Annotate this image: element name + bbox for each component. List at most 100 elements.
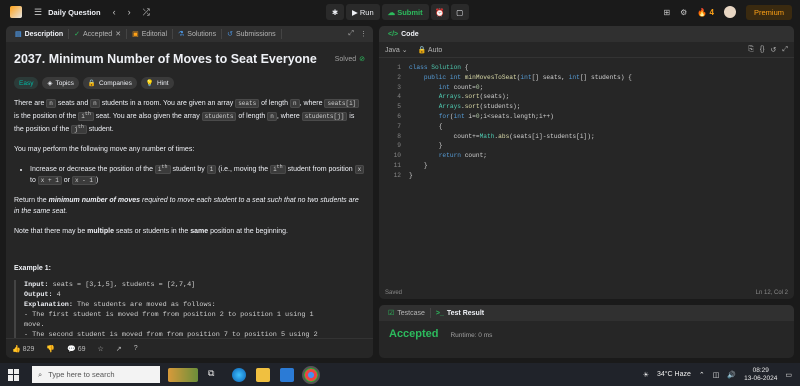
document-icon: ▤ <box>15 31 22 38</box>
code-line[interactable]: return count; <box>409 152 487 159</box>
file-explorer-icon[interactable] <box>256 367 270 382</box>
leetcode-logo[interactable] <box>10 6 22 18</box>
notes-button[interactable]: ▢ <box>450 4 469 20</box>
tab-label: Submissions <box>235 30 276 38</box>
fullscreen-icon[interactable]: ⤢ <box>782 46 788 54</box>
tab-code[interactable]: </> Code <box>383 29 424 39</box>
line-number: 12 <box>393 171 401 179</box>
tab-editorial[interactable]: ▣ Editorial <box>127 29 173 39</box>
weather-icon[interactable]: ☀ <box>643 371 649 379</box>
notification-icon[interactable]: ▭ <box>785 371 792 379</box>
like-button[interactable]: 👍 829 <box>12 345 34 353</box>
task-view-icon[interactable]: ⧉ <box>208 368 222 382</box>
share-icon[interactable]: ↗ <box>116 345 122 353</box>
code-line[interactable]: } <box>409 172 413 179</box>
windows-taskbar: ⌕ Type here to search ⧉ ☀ 34°C Haze ⌃ ◫ … <box>0 363 800 386</box>
tab-submissions[interactable]: ↺ Submissions <box>222 29 282 39</box>
topics-chip[interactable]: ◈ Topics <box>42 77 79 89</box>
code-line[interactable]: for(int i=0;i<seats.length;i++) <box>409 113 554 120</box>
run-button[interactable]: ▶ Run <box>346 4 380 20</box>
streak-counter[interactable]: 🔥 4 <box>697 8 714 17</box>
windows-start-icon[interactable] <box>8 368 20 381</box>
tab-solutions[interactable]: ⚗ Solutions <box>173 29 223 39</box>
code-line[interactable]: class Solution { <box>409 64 468 71</box>
taskbar-search[interactable]: ⌕ Type here to search <box>32 366 160 383</box>
debug-button[interactable]: ✱ <box>326 4 344 20</box>
book-icon: ▣ <box>132 31 139 38</box>
timer-button[interactable]: ⏰ <box>430 4 449 20</box>
edge-browser-icon[interactable] <box>232 367 246 382</box>
bug-icon: ✱ <box>331 7 339 17</box>
chrome-browser-icon[interactable] <box>302 365 320 384</box>
tab-label: Testcase <box>397 309 425 317</box>
comment-icon: 💬 <box>67 345 76 353</box>
clock[interactable]: 08:29 13-06-2024 <box>744 367 777 383</box>
code-line[interactable]: } <box>409 162 428 169</box>
mail-icon[interactable] <box>280 367 294 382</box>
problem-description: 2037. Minimum Number of Moves to Seat Ev… <box>6 42 373 342</box>
test-panel: ☑ Testcase >_ Test Result Accepted Runtime… <box>379 305 794 358</box>
premium-button[interactable]: Premium <box>745 4 792 20</box>
submit-label: Submit <box>397 7 423 17</box>
code-line[interactable]: public int minMovesToSeat(int[] seats, i… <box>409 74 632 81</box>
chip-label: Companies <box>98 79 132 87</box>
upload-icon: ☁ <box>387 7 398 17</box>
language-label: Java <box>385 46 400 54</box>
layout-icon[interactable]: ⊞ <box>663 8 670 17</box>
search-placeholder: Type here to search <box>48 370 115 379</box>
shuffle-icon[interactable]: ⤮ <box>143 7 150 18</box>
help-icon[interactable]: ? <box>134 345 138 352</box>
network-icon[interactable]: ◫ <box>713 371 720 379</box>
streak-value: 4 <box>709 7 714 17</box>
avatar[interactable] <box>723 6 736 18</box>
lock-icon: 🔒 <box>417 46 427 54</box>
more-icon[interactable]: ⋮ <box>360 30 367 38</box>
tray-chevron-icon[interactable]: ⌃ <box>699 371 705 379</box>
code-line[interactable]: count+=Math.abs(seats[i]-students[i]); <box>409 133 595 140</box>
tab-label: Code <box>401 30 419 38</box>
description-panel: ▤ Description ✓ Accepted ✕ ▣ Editorial ⚗ Solu… <box>6 26 373 358</box>
history-icon: ↺ <box>227 31 233 38</box>
problem-title[interactable]: 2037. Minimum Number of Moves to Seat Ev… <box>14 52 317 66</box>
language-select[interactable]: Java ⌄ <box>385 46 408 54</box>
code-line[interactable]: } <box>409 142 443 149</box>
code-panel: </> Code Java ⌄ 🔒 Auto ⎘ {} ↺ ⤢ 1 class So… <box>379 26 794 299</box>
dislike-button[interactable]: 👎 <box>46 345 55 353</box>
run-label: Run <box>359 7 374 17</box>
line-number: 3 <box>397 83 401 91</box>
tab-accepted[interactable]: ✓ Accepted ✕ <box>69 29 128 39</box>
tab-testcase[interactable]: ☑ Testcase <box>383 308 431 318</box>
example-title: Example 1: <box>14 265 51 272</box>
code-line[interactable]: Arrays.sort(seats); <box>409 93 510 100</box>
code-line[interactable]: int count=0; <box>409 84 484 91</box>
bookmark-icon[interactable]: ⎘ <box>748 46 754 54</box>
problem-list-icon[interactable]: ☰ <box>34 7 42 18</box>
mode-label: Auto <box>427 46 443 54</box>
news-widget-icon[interactable] <box>168 367 198 382</box>
companies-chip[interactable]: 🔒 Companies <box>82 77 137 89</box>
line-number: 7 <box>397 122 401 130</box>
tab-test-result[interactable]: >_ Test Result <box>431 308 489 318</box>
tab-description[interactable]: ▤ Description <box>10 29 70 39</box>
reset-icon[interactable]: ↺ <box>771 46 777 54</box>
prev-problem-icon[interactable]: ‹ <box>113 7 116 17</box>
code-line[interactable]: { <box>409 123 443 130</box>
submit-button[interactable]: ☁ Submit <box>381 4 429 20</box>
volume-icon[interactable]: 🔊 <box>727 371 736 379</box>
code-line[interactable]: Arrays.sort(students); <box>409 103 521 110</box>
comments-button[interactable]: 💬 69 <box>67 345 85 353</box>
braces-icon[interactable]: {} <box>760 46 765 54</box>
next-problem-icon[interactable]: › <box>128 7 131 17</box>
taskbar-apps: ⧉ <box>168 365 320 384</box>
weather-text[interactable]: 34°C Haze <box>657 371 691 378</box>
code-editor[interactable]: 1 class Solution {2 public int minMovesTo… <box>379 58 794 290</box>
maximize-icon[interactable]: ⤢ <box>348 30 354 38</box>
hint-chip[interactable]: 💡 Hint <box>140 77 174 89</box>
clock-time: 08:29 <box>752 366 769 374</box>
favorite-icon[interactable]: ☆ <box>98 345 104 353</box>
auto-mode-toggle[interactable]: 🔒 Auto <box>418 46 443 54</box>
line-number: 11 <box>393 162 401 169</box>
daily-question-title[interactable]: Daily Question <box>48 8 101 17</box>
settings-icon[interactable]: ⚙ <box>680 8 687 17</box>
close-icon[interactable]: ✕ <box>115 30 121 38</box>
